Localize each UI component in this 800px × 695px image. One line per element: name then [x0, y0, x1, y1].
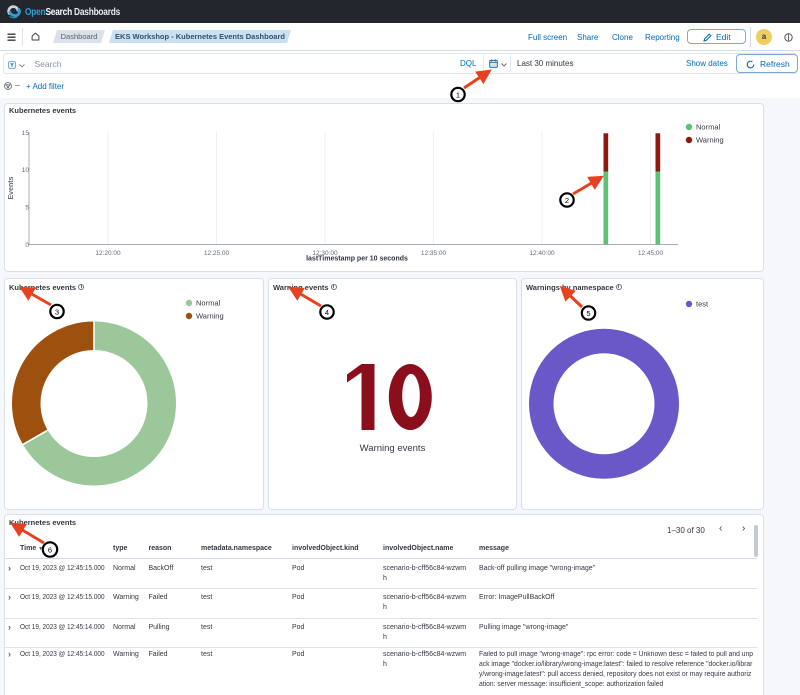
svg-text:12:25:00: 12:25:00: [204, 250, 230, 257]
svg-text:Warning: Warning: [196, 312, 224, 321]
svg-text:5: 5: [25, 205, 29, 212]
svg-text:12:45:00: 12:45:00: [638, 250, 664, 257]
svg-text:Warning: Warning: [696, 136, 724, 145]
svg-text:10: 10: [22, 167, 30, 174]
svg-text:15: 15: [22, 130, 30, 137]
svg-text:Normal: Normal: [196, 299, 221, 308]
svg-text:Events: Events: [8, 176, 15, 199]
svg-text:12:35:00: 12:35:00: [421, 250, 447, 257]
svg-text:lastTimestamp per 10 seconds: lastTimestamp per 10 seconds: [306, 256, 408, 263]
svg-text:Normal: Normal: [696, 123, 721, 132]
svg-text:0: 0: [25, 242, 29, 249]
svg-text:12:20:00: 12:20:00: [95, 250, 121, 257]
svg-text:12:40:00: 12:40:00: [529, 250, 555, 257]
svg-text:test: test: [696, 300, 709, 309]
